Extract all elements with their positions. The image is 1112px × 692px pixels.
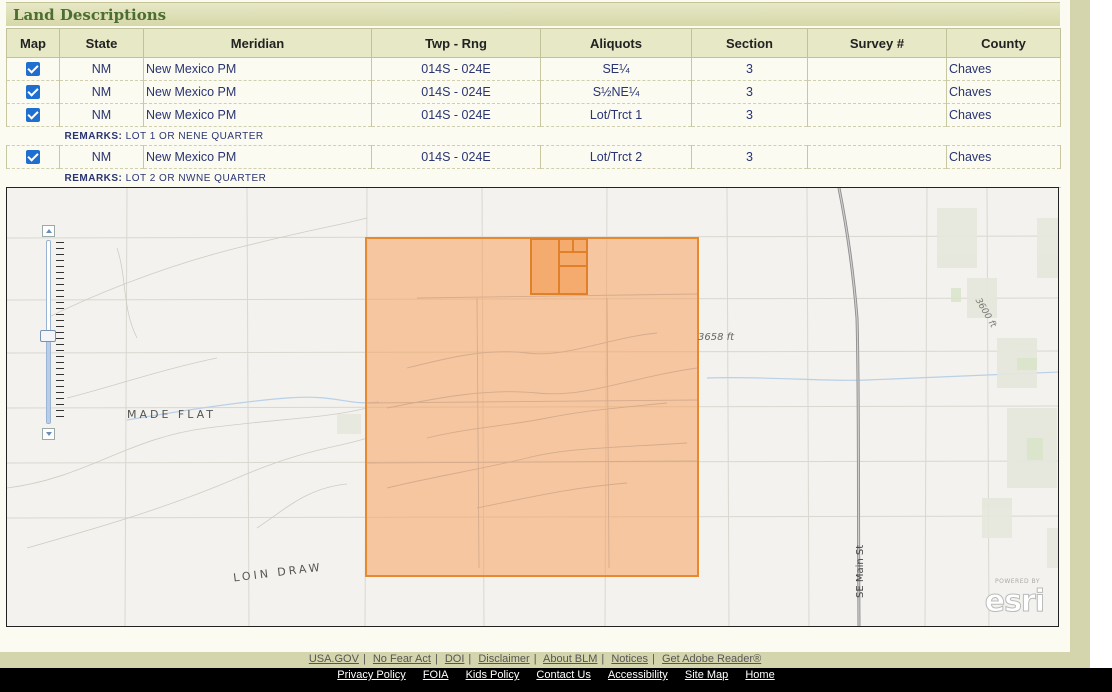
map-label-made-flat: MADE FLAT (127, 408, 217, 421)
esri-wordmark: esri (984, 584, 1045, 620)
zoom-slider-handle[interactable] (40, 329, 56, 342)
meridian-cell: New Mexico PM (143, 57, 372, 81)
table-row: NM New Mexico PM 014S - 024E S½NE¼ 3 Cha… (6, 80, 1061, 104)
footer-link-notices[interactable]: Notices (611, 653, 648, 665)
footer-link-foia[interactable]: FOIA (423, 669, 449, 681)
footer-link-accessibility[interactable]: Accessibility (608, 669, 668, 681)
col-header-state: State (59, 28, 144, 58)
map-view[interactable]: MADE FLAT LOIN DRAW 3658 ft 3600 ft SE M… (6, 187, 1059, 627)
remarks-label: REMARKS: (64, 130, 123, 142)
remarks-cell: REMARKS: LOT 1 OR NENE QUARTER (6, 126, 1061, 146)
section-cell: 3 (691, 57, 808, 81)
footer-link-disclaimer[interactable]: Disclaimer (478, 653, 529, 665)
twp-rng-cell: 014S - 024E (371, 103, 541, 127)
map-cell (6, 80, 60, 104)
aliquots-cell: SE¼ (540, 57, 692, 81)
meridian-cell: New Mexico PM (143, 80, 372, 104)
aliquots-cell: Lot/Trct 2 (540, 145, 692, 169)
table-row: NM New Mexico PM 014S - 024E Lot/Trct 1 … (6, 103, 1061, 127)
table-row: NM New Mexico PM 014S - 024E Lot/Trct 2 … (6, 145, 1061, 169)
col-header-section: Section (691, 28, 808, 58)
survey-cell (807, 145, 947, 169)
remarks-row: REMARKS: LOT 2 OR NWNE QUARTER (6, 168, 1061, 188)
state-cell: NM (59, 57, 144, 81)
survey-cell (807, 103, 947, 127)
table-row: NM New Mexico PM 014S - 024E SE¼ 3 Chave… (6, 57, 1061, 81)
survey-cell (807, 57, 947, 81)
county-cell: Chaves (946, 80, 1061, 104)
aliquots-cell: S½NE¼ (540, 80, 692, 104)
col-header-county: County (946, 28, 1061, 58)
footer-link-privacy-policy[interactable]: Privacy Policy (337, 669, 405, 681)
map-cell (6, 103, 60, 127)
zoom-slider-fill (47, 335, 50, 423)
col-header-survey: Survey # (807, 28, 947, 58)
county-cell: Chaves (946, 103, 1061, 127)
footer-link-usa-gov[interactable]: USA.GOV (309, 653, 359, 665)
table-header-row: Map State Meridian Twp - Rng Aliquots Se… (6, 28, 1061, 58)
aliquots-cell: Lot/Trct 1 (540, 103, 692, 127)
zoom-slider-ticks (56, 242, 64, 422)
footer-link-contact-us[interactable]: Contact Us (536, 669, 590, 681)
footer-link-doi[interactable]: DOI (445, 653, 465, 665)
map-checkbox[interactable] (26, 85, 40, 100)
section-title: Land Descriptions (13, 6, 167, 24)
zoom-in-button[interactable] (42, 225, 55, 237)
remarks-row: REMARKS: LOT 1 OR NENE QUARTER (6, 126, 1061, 146)
footer-link-site-map[interactable]: Site Map (685, 669, 728, 681)
section-cell: 3 (691, 103, 808, 127)
remarks-text: LOT 2 OR NWNE QUARTER (125, 172, 267, 184)
col-header-meridian: Meridian (143, 28, 372, 58)
footer-link-no-fear-act[interactable]: No Fear Act (373, 653, 431, 665)
map-checkbox[interactable] (26, 62, 40, 77)
zoom-out-button[interactable] (42, 428, 55, 440)
twp-rng-cell: 014S - 024E (371, 80, 541, 104)
remarks-cell: REMARKS: LOT 2 OR NWNE QUARTER (6, 168, 1061, 188)
footer-links-secondary: Privacy Policy FOIA Kids Policy Contact … (0, 668, 1112, 692)
right-margin (1090, 0, 1112, 668)
footer-link-adobe-reader[interactable]: Get Adobe Reader® (662, 653, 761, 665)
map-checkbox[interactable] (26, 150, 40, 165)
state-cell: NM (59, 103, 144, 127)
meridian-cell: New Mexico PM (143, 103, 372, 127)
twp-rng-cell: 014S - 024E (371, 145, 541, 169)
twp-rng-cell: 014S - 024E (371, 57, 541, 81)
footer-link-home[interactable]: Home (745, 669, 774, 681)
map-checkbox[interactable] (26, 108, 40, 123)
section-header: Land Descriptions (6, 2, 1060, 26)
section-cell: 3 (691, 145, 808, 169)
footer-links-primary: USA.GOV | No Fear Act | DOI | Disclaimer | A… (0, 652, 1070, 668)
footer-link-kids-policy[interactable]: Kids Policy (466, 669, 520, 681)
map-cell (6, 57, 60, 81)
map-cell (6, 145, 60, 169)
survey-cell (807, 80, 947, 104)
map-label-elevation: 3658 ft (698, 332, 735, 343)
col-header-aliquots: Aliquots (540, 28, 692, 58)
map-label-road: SE Main St (855, 544, 866, 598)
esri-logo: POWERED BY esri (980, 578, 1050, 620)
footer-link-about-blm[interactable]: About BLM (543, 653, 597, 665)
land-descriptions-table: Map State Meridian Twp - Rng Aliquots Se… (6, 28, 1061, 188)
section-cell: 3 (691, 80, 808, 104)
col-header-map: Map (6, 28, 60, 58)
remarks-label: REMARKS: (64, 172, 123, 184)
county-cell: Chaves (946, 57, 1061, 81)
county-cell: Chaves (946, 145, 1061, 169)
state-cell: NM (59, 145, 144, 169)
right-gutter (1070, 0, 1090, 668)
col-header-twp-rng: Twp - Rng (371, 28, 541, 58)
state-cell: NM (59, 80, 144, 104)
lot-parcels[interactable] (530, 238, 588, 295)
meridian-cell: New Mexico PM (143, 145, 372, 169)
remarks-text: LOT 1 OR NENE QUARTER (125, 130, 264, 142)
